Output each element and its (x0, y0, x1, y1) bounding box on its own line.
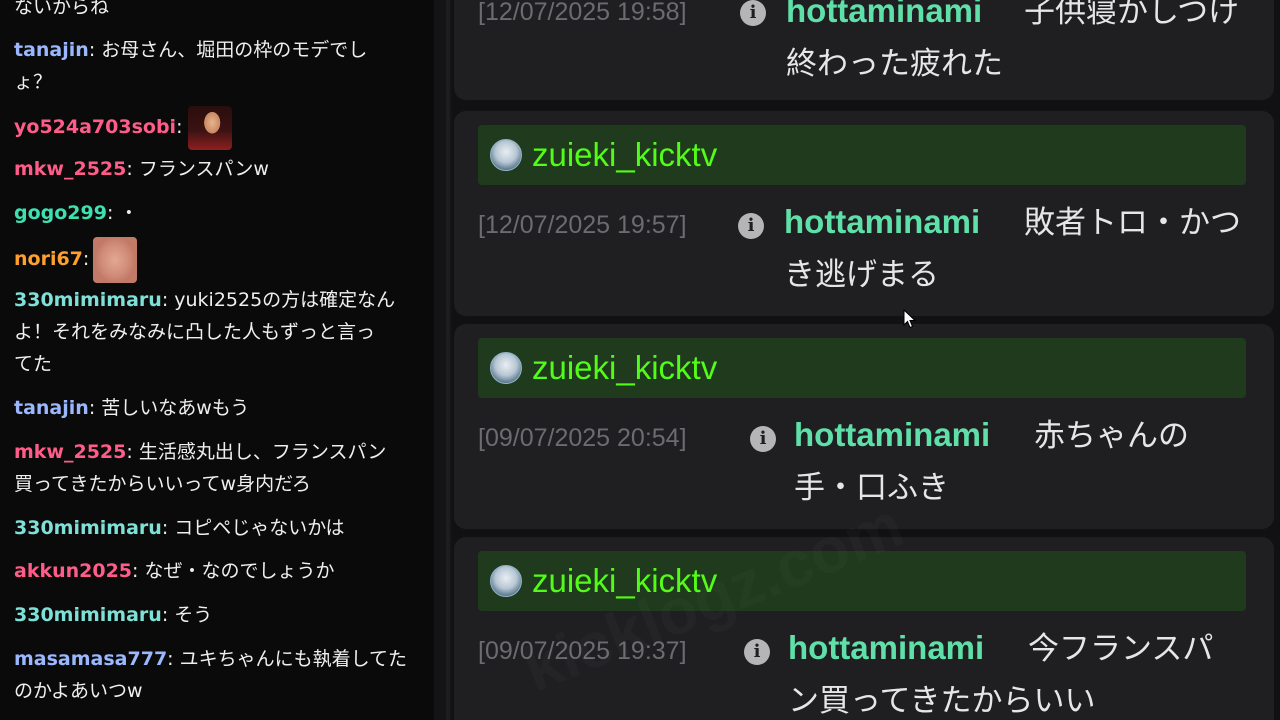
chat-separator: : (161, 289, 175, 311)
message-text-cont: き逃げまる (784, 257, 939, 293)
message-timestamp: [12/07/2025 19:57] (478, 211, 687, 239)
chat-username[interactable]: mkw_2525 (14, 441, 126, 463)
chat-separator: : (132, 560, 145, 582)
scrollbar-track[interactable] (446, 0, 450, 720)
message-text: 赤ちゃんの (1034, 418, 1189, 454)
chat-username[interactable]: yo524a703sobi (14, 116, 176, 138)
chat-message: 330mimimaru: そう (14, 599, 424, 631)
info-icon[interactable]: i (738, 213, 764, 239)
chat-message-text: ユキちゃんにも執着してた (179, 648, 408, 670)
chat-separator: : (161, 517, 175, 539)
channel-avatar (490, 352, 522, 384)
chat-message-text: ないからね (14, 0, 110, 18)
message-username[interactable]: hottaminami (788, 629, 984, 667)
chat-username[interactable]: 330mimimaru (14, 517, 162, 539)
chat-message-text: 生活感丸出し、フランスパン (138, 441, 387, 463)
chat-message-text: yuki2525の方は確定なん (174, 289, 396, 311)
chat-separator: : (167, 648, 180, 670)
chat-message-text: そう (174, 604, 213, 626)
message-log-panel[interactable]: [12/07/2025 19:58] i hottaminami 子供寝かしつけ… (452, 0, 1280, 720)
chat-message-text-cont: てた (14, 353, 53, 375)
chat-username[interactable]: mkw_2525 (14, 158, 126, 180)
message-text: 子供寝かしつけ (1024, 0, 1240, 30)
channel-header[interactable]: zuieki_kicktv (478, 125, 1246, 185)
message-text: 今フランスパ (1028, 631, 1214, 667)
chat-message: ないからね (14, 0, 424, 23)
message-timestamp: [09/07/2025 19:37] (478, 637, 687, 665)
log-card: zuieki_kicktv [09/07/2025 20:54] i hotta… (454, 324, 1274, 529)
channel-avatar (490, 139, 522, 171)
chat-message: yo524a703sobi: (14, 105, 424, 150)
chat-message: akkun2025: なぜ・なのでしょうか (14, 555, 424, 587)
info-icon[interactable]: i (744, 639, 770, 665)
chat-message-text-cont: ょ？ (14, 71, 53, 93)
chat-message-text: コピペじゃないかは (174, 517, 345, 539)
chat-message: mkw_2525: 生活感丸出し、フランスパン 買ってきたからいいってw身内だろ (14, 436, 424, 500)
log-card: zuieki_kicktv [12/07/2025 19:57] i hotta… (454, 111, 1274, 316)
chat-message: gogo299: ・ (14, 197, 424, 229)
chat-separator: : (126, 441, 139, 463)
panel-divider[interactable] (434, 0, 452, 720)
chat-separator: : (82, 248, 90, 270)
message-text-cont: ン買ってきたからいい (788, 683, 1096, 719)
chat-username[interactable]: gogo299 (14, 202, 107, 224)
chat-message: tanajin: 苦しいなあwもう (14, 392, 424, 424)
chat-message: nori67: (14, 236, 424, 283)
channel-header[interactable]: zuieki_kicktv (478, 551, 1246, 611)
chat-username[interactable]: 330mimimaru (14, 289, 162, 311)
chat-username[interactable]: masamasa777 (14, 648, 167, 670)
bald-man-emote (188, 105, 233, 150)
message-timestamp: [12/07/2025 19:58] (478, 0, 687, 26)
chat-message-text-cont: 買ってきたからいいってw身内だろ (14, 473, 311, 495)
message-username[interactable]: hottaminami (784, 203, 980, 241)
chat-username[interactable]: akkun2025 (14, 560, 132, 582)
chat-username[interactable]: tanajin (14, 39, 89, 61)
message-timestamp: [09/07/2025 20:54] (478, 424, 687, 452)
chat-message-text: なぜ・なのでしょうか (144, 560, 335, 582)
chat-message-text: 苦しいなあwもう (101, 397, 250, 419)
message-text-cont: 手・口ふき (794, 470, 949, 506)
channel-avatar (490, 565, 522, 597)
message-username[interactable]: hottaminami (786, 0, 982, 30)
chat-message-text: お母さん、堀田の枠のモデでし (101, 39, 368, 61)
chat-username[interactable]: tanajin (14, 397, 89, 419)
channel-name[interactable]: zuieki_kicktv (532, 133, 717, 177)
chat-message-text: ・ (119, 202, 139, 224)
face-emote (93, 236, 138, 283)
chat-username[interactable]: 330mimimaru (14, 604, 162, 626)
chat-separator: : (88, 397, 102, 419)
live-chat-panel: ないからね tanajin: お母さん、堀田の枠のモデでし ょ？ yo524a7… (0, 0, 434, 720)
channel-header[interactable]: zuieki_kicktv (478, 338, 1246, 398)
chat-message: tanajin: お母さん、堀田の枠のモデでし ょ？ (14, 34, 424, 98)
chat-separator: : (176, 116, 183, 138)
chat-message: masamasa777: ユキちゃんにも執着してた のかよあいつw (14, 643, 424, 707)
chat-separator: : (161, 604, 175, 626)
message-text-cont: 終わった疲れた (786, 46, 1003, 82)
log-card: zuieki_kicktv [09/07/2025 19:37] i hotta… (454, 537, 1274, 720)
chat-message: 330mimimaru: yuki2525の方は確定なん よ！それをみなみに凸し… (14, 284, 424, 380)
chat-message: mkw_2525: フランスパンw (14, 153, 424, 185)
chat-message: 330mimimaru: コピペじゃないかは (14, 512, 424, 544)
chat-separator: : (106, 202, 120, 224)
message-username[interactable]: hottaminami (794, 416, 990, 454)
info-icon[interactable]: i (750, 426, 776, 452)
channel-name[interactable]: zuieki_kicktv (532, 346, 717, 390)
info-icon[interactable]: i (740, 0, 766, 26)
channel-name[interactable]: zuieki_kicktv (532, 559, 717, 603)
chat-message-text: フランスパンw (138, 158, 269, 180)
mouse-cursor-icon (903, 309, 917, 329)
chat-separator: : (126, 158, 139, 180)
chat-username[interactable]: nori67 (14, 248, 83, 270)
chat-separator: : (88, 39, 102, 61)
chat-message-text-cont: のかよあいつw (14, 680, 143, 702)
chat-message-text-cont: よ！それをみなみに凸した人もずっと言っ (14, 321, 376, 343)
message-text: 敗者トロ・かつ (1024, 205, 1241, 241)
log-card: [12/07/2025 19:58] i hottaminami 子供寝かしつけ… (454, 0, 1274, 100)
